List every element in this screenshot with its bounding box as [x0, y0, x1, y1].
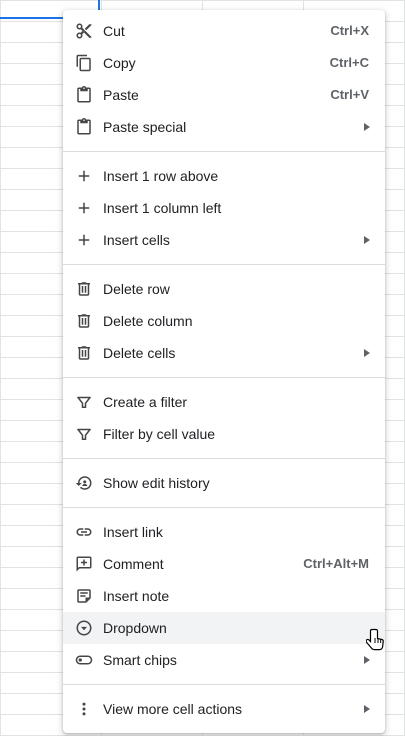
filter-icon — [75, 393, 93, 411]
trash-icon — [75, 280, 93, 298]
menu-item-paste-special[interactable]: Paste special — [63, 111, 385, 143]
menu-item-label: Delete cells — [103, 345, 176, 361]
scissors-icon — [75, 22, 93, 40]
menu-item-view-more-cell-actions[interactable]: View more cell actions — [63, 693, 385, 725]
clipboard-icon — [75, 86, 93, 104]
menu-item-shortcut: Ctrl+X — [330, 23, 369, 38]
menu-item-insert-note[interactable]: Insert note — [63, 580, 385, 612]
hand-cursor-icon — [366, 628, 384, 651]
menu-item-label: Insert 1 row above — [103, 168, 219, 184]
menu-item-label: Insert link — [103, 524, 163, 540]
menu-item-copy[interactable]: Copy Ctrl+C — [63, 47, 385, 79]
menu-separator — [63, 151, 385, 152]
menu-item-shortcut: Ctrl+Alt+M — [303, 556, 369, 571]
menu-item-label: View more cell actions — [103, 701, 243, 717]
menu-item-show-edit-history[interactable]: Show edit history — [63, 467, 385, 499]
context-menu: Cut Ctrl+X Copy Ctrl+C Paste Ctrl+V Paste spec… — [63, 10, 385, 733]
menu-item-insert-1-column-left[interactable]: Insert 1 column left — [63, 192, 385, 224]
menu-separator — [63, 458, 385, 459]
history-icon — [75, 474, 93, 492]
clipboard-icon — [75, 118, 93, 136]
menu-item-label: Dropdown — [103, 620, 167, 636]
dropdown-circle-icon — [75, 619, 93, 637]
menu-item-label: Cut — [103, 23, 125, 39]
plus-icon — [75, 231, 93, 249]
menu-item-delete-row[interactable]: Delete row — [63, 273, 385, 305]
menu-item-delete-column[interactable]: Delete column — [63, 305, 385, 337]
smart-chips-icon — [75, 651, 93, 669]
menu-item-shortcut: Ctrl+V — [330, 87, 369, 102]
plus-icon — [75, 167, 93, 185]
menu-item-insert-link[interactable]: Insert link — [63, 516, 385, 548]
menu-item-label: Filter by cell value — [103, 426, 216, 442]
plus-icon — [75, 199, 93, 217]
menu-item-filter-by-cell-value[interactable]: Filter by cell value — [63, 418, 385, 450]
submenu-arrow-icon — [364, 236, 370, 244]
menu-item-label: Insert note — [103, 588, 170, 604]
submenu-arrow-icon — [364, 705, 370, 713]
menu-item-label: Smart chips — [103, 652, 177, 668]
menu-item-create-a-filter[interactable]: Create a filter — [63, 386, 385, 418]
menu-item-label: Delete column — [103, 313, 193, 329]
menu-item-smart-chips[interactable]: Smart chips — [63, 644, 385, 676]
menu-item-label: Paste — [103, 87, 139, 103]
menu-item-label: Create a filter — [103, 394, 188, 410]
note-icon — [75, 587, 93, 605]
filter-icon — [75, 425, 93, 443]
menu-item-label: Paste special — [103, 119, 187, 135]
menu-item-paste[interactable]: Paste Ctrl+V — [63, 79, 385, 111]
menu-separator — [63, 507, 385, 508]
submenu-arrow-icon — [364, 656, 370, 664]
copy-icon — [75, 54, 93, 72]
menu-item-delete-cells[interactable]: Delete cells — [63, 337, 385, 369]
submenu-arrow-icon — [364, 123, 370, 131]
menu-item-insert-cells[interactable]: Insert cells — [63, 224, 385, 256]
menu-separator — [63, 377, 385, 378]
menu-item-dropdown[interactable]: Dropdown — [63, 612, 385, 644]
menu-item-label: Insert cells — [103, 232, 170, 248]
menu-item-insert-1-row-above[interactable]: Insert 1 row above — [63, 160, 385, 192]
menu-item-label: Insert 1 column left — [103, 200, 222, 216]
menu-separator — [63, 684, 385, 685]
menu-item-comment[interactable]: Comment Ctrl+Alt+M — [63, 548, 385, 580]
menu-separator — [63, 264, 385, 265]
menu-item-label: Copy — [103, 55, 136, 71]
menu-item-shortcut: Ctrl+C — [329, 55, 369, 70]
more-vert-icon — [75, 700, 93, 718]
menu-item-label: Comment — [103, 556, 164, 572]
submenu-arrow-icon — [364, 349, 370, 357]
add-comment-icon — [75, 555, 93, 573]
menu-item-label: Show edit history — [103, 475, 210, 491]
trash-icon — [75, 312, 93, 330]
trash-icon — [75, 344, 93, 362]
link-icon — [75, 523, 93, 541]
menu-item-label: Delete row — [103, 281, 170, 297]
menu-item-cut[interactable]: Cut Ctrl+X — [63, 15, 385, 47]
